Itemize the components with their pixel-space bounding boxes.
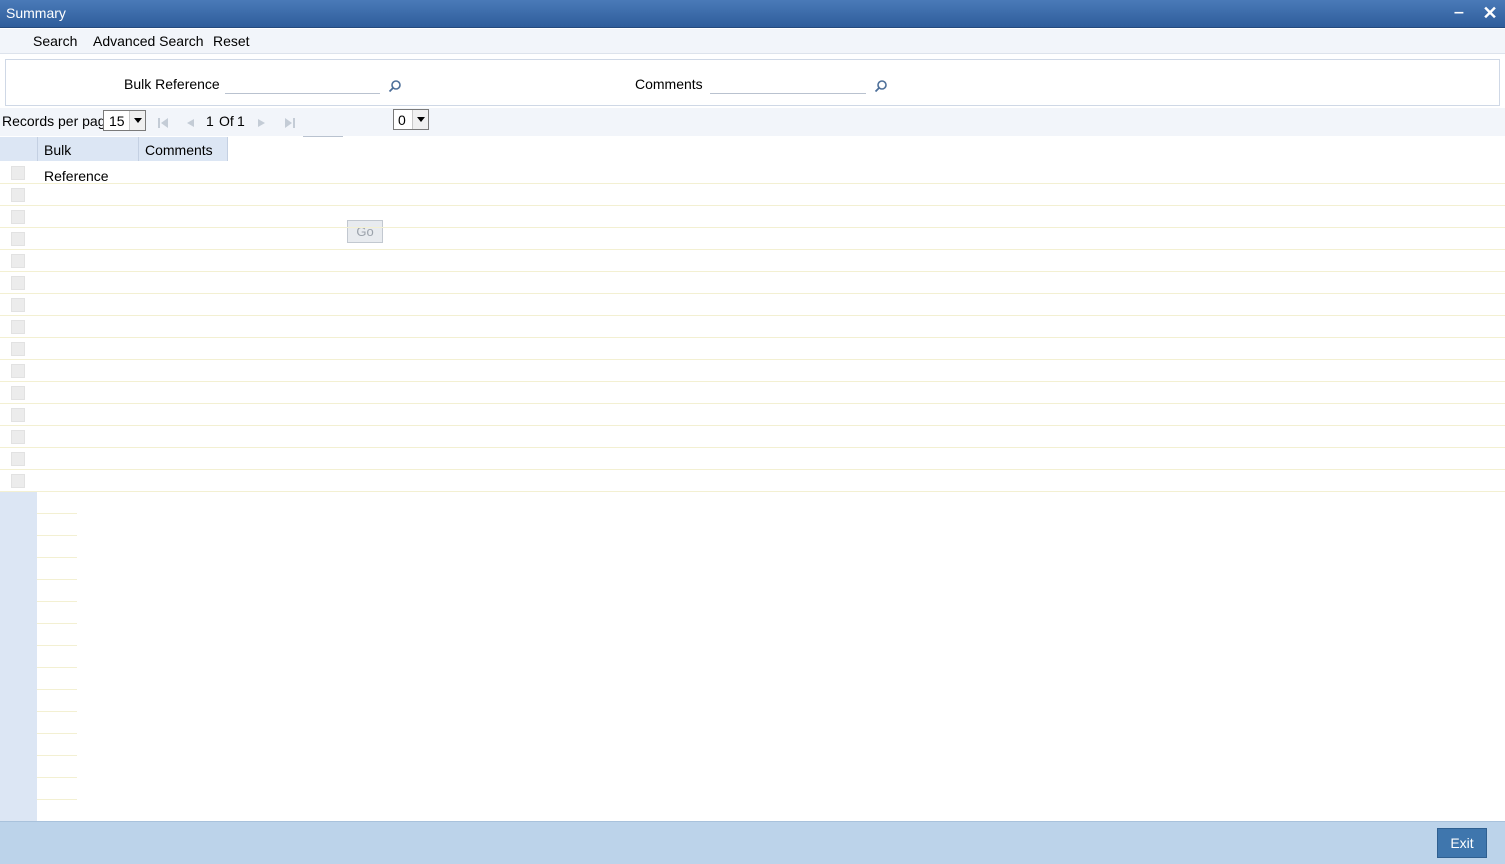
- search-panel: Bulk Reference Comments: [5, 59, 1500, 106]
- table-row-stub: [0, 624, 77, 646]
- table-row-stub: [0, 800, 77, 822]
- window-title: Summary: [6, 5, 66, 21]
- row-checkbox[interactable]: [11, 386, 25, 400]
- table-row[interactable]: [0, 426, 1505, 448]
- table-row[interactable]: [0, 250, 1505, 272]
- grid-header: Bulk Reference Comments: [0, 137, 1505, 184]
- table-row-stub: [0, 690, 77, 712]
- goto-page-input[interactable]: [303, 117, 343, 137]
- table-row[interactable]: [0, 338, 1505, 360]
- row-selector-cell: [0, 602, 37, 624]
- title-bar: Summary ‒ ✕: [0, 0, 1505, 28]
- next-page-icon[interactable]: [256, 117, 268, 129]
- row-selector-cell: [0, 536, 37, 558]
- select-all-header[interactable]: [0, 137, 38, 161]
- total-pages: 1: [237, 113, 245, 129]
- pagination-bar: Records per page 15 1 Of 1 Go 0: [0, 108, 1505, 243]
- table-row[interactable]: [0, 470, 1505, 492]
- row-checkbox[interactable]: [11, 342, 25, 356]
- advanced-search-button[interactable]: Advanced Search: [93, 33, 204, 49]
- table-row[interactable]: [0, 184, 1505, 206]
- comments-lookup-icon[interactable]: [874, 79, 888, 93]
- chevron-down-icon: [129, 111, 145, 130]
- row-selector-cell: [0, 514, 37, 536]
- table-row[interactable]: [0, 162, 1505, 184]
- of-label: Of: [219, 113, 234, 129]
- table-row[interactable]: [0, 228, 1505, 250]
- table-row-stub: [0, 602, 77, 624]
- table-row[interactable]: [0, 206, 1505, 228]
- comments-label: Comments: [635, 76, 703, 92]
- table-row-stub: [0, 514, 77, 536]
- row-selector-cell: [0, 580, 37, 602]
- row-checkbox[interactable]: [11, 452, 25, 466]
- table-row[interactable]: [0, 272, 1505, 294]
- table-row[interactable]: [0, 316, 1505, 338]
- bulk-reference-label: Bulk Reference: [124, 76, 220, 92]
- toolbar: Search Advanced Search Reset: [0, 29, 1505, 54]
- row-selector-cell: [0, 668, 37, 690]
- selection-count-select[interactable]: 0: [393, 109, 429, 130]
- column-header-comments[interactable]: Comments: [139, 137, 228, 161]
- row-selector-cell: [0, 492, 37, 514]
- row-checkbox[interactable]: [11, 166, 25, 180]
- row-checkbox[interactable]: [11, 210, 25, 224]
- table-row[interactable]: [0, 382, 1505, 404]
- search-button[interactable]: Search: [33, 33, 77, 49]
- table-row[interactable]: [0, 404, 1505, 426]
- row-checkbox[interactable]: [11, 474, 25, 488]
- table-row[interactable]: [0, 448, 1505, 470]
- row-selector-cell: [0, 778, 37, 800]
- row-checkbox[interactable]: [11, 430, 25, 444]
- row-checkbox[interactable]: [11, 364, 25, 378]
- row-checkbox[interactable]: [11, 298, 25, 312]
- minimize-icon[interactable]: ‒: [1450, 4, 1468, 22]
- table-row-stub: [0, 536, 77, 558]
- table-row-stub: [0, 778, 77, 800]
- comments-input[interactable]: [710, 74, 866, 94]
- table-row-stub: [0, 646, 77, 668]
- selection-count-value: 0: [398, 112, 406, 128]
- table-row-stub: [0, 580, 77, 602]
- current-page: 1: [206, 113, 214, 129]
- row-checkbox[interactable]: [11, 254, 25, 268]
- records-per-page-select[interactable]: 15: [103, 110, 146, 131]
- close-icon[interactable]: ✕: [1481, 4, 1499, 22]
- table-row-stub: [0, 756, 77, 778]
- row-checkbox[interactable]: [11, 408, 25, 422]
- table-row-stub: [0, 734, 77, 756]
- footer-bar: Exit: [0, 821, 1505, 864]
- exit-button[interactable]: Exit: [1437, 828, 1487, 858]
- reset-button[interactable]: Reset: [213, 33, 250, 49]
- row-checkbox[interactable]: [11, 276, 25, 290]
- row-selector-cell: [0, 558, 37, 580]
- table-row-stub: [0, 492, 77, 514]
- table-row-stub: [0, 558, 77, 580]
- row-selector-cell: [0, 712, 37, 734]
- row-selector-cell: [0, 756, 37, 778]
- previous-page-icon[interactable]: [184, 117, 196, 129]
- chevron-down-icon: [412, 110, 428, 129]
- first-page-icon[interactable]: [157, 117, 169, 129]
- row-selector-cell: [0, 800, 37, 822]
- last-page-icon[interactable]: [284, 117, 296, 129]
- table-row-stub: [0, 712, 77, 734]
- row-selector-cell: [0, 624, 37, 646]
- column-header-bulk-reference[interactable]: Bulk Reference: [38, 137, 139, 184]
- table-row-stub: [0, 668, 77, 690]
- row-selector-cell: [0, 690, 37, 712]
- row-selector-cell: [0, 734, 37, 756]
- records-per-page-label: Records per page: [2, 113, 114, 129]
- table-row[interactable]: [0, 294, 1505, 316]
- bulk-reference-lookup-icon[interactable]: [388, 79, 402, 93]
- row-checkbox[interactable]: [11, 320, 25, 334]
- row-checkbox[interactable]: [11, 188, 25, 202]
- row-selector-cell: [0, 646, 37, 668]
- row-checkbox[interactable]: [11, 232, 25, 246]
- bulk-reference-input[interactable]: [225, 74, 380, 94]
- table-row[interactable]: [0, 360, 1505, 382]
- records-per-page-value: 15: [109, 113, 125, 129]
